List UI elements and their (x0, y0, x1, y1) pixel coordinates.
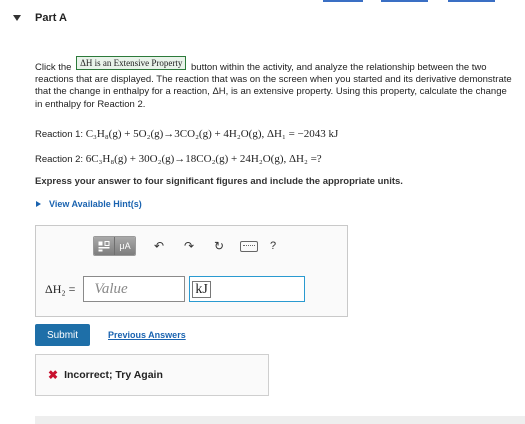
part-header[interactable]: Part A (13, 12, 67, 24)
help-button[interactable]: ? (270, 240, 276, 252)
reaction-1: Reaction 1: C₃H₈(g) + 5O₂(g)→3CO₂(g) + 4… (35, 128, 338, 140)
toolbar-group: μA (93, 236, 136, 256)
reaction-1-label: Reaction 1: (35, 129, 84, 140)
answer-label: ΔH₂ = (45, 281, 76, 296)
expand-triangle-icon (36, 201, 41, 207)
incorrect-x-icon: ✖ (48, 368, 59, 382)
collapse-caret-icon[interactable] (13, 15, 21, 21)
keyboard-icon[interactable] (240, 240, 258, 252)
unit-input[interactable]: kJ (189, 276, 306, 302)
reset-icon[interactable]: ↻ (212, 239, 226, 253)
reaction-2: Reaction 2: 6C₃H₈(g) + 30O₂(g)→18CO₂(g) … (35, 153, 322, 165)
answer-row: ΔH₂ = Value kJ (45, 276, 306, 302)
hints-label[interactable]: View Available Hint(s) (49, 199, 142, 209)
extensive-property-button[interactable]: ΔH is an Extensive Property (76, 56, 187, 70)
previous-answers-link[interactable]: Previous Answers (108, 330, 186, 340)
value-placeholder: Value (94, 280, 128, 297)
submit-button[interactable]: Submit (35, 324, 90, 346)
reaction-1-equation: C₃H₈(g) + 5O₂(g)→3CO₂(g) + 4H₂O(g), ΔH₁ … (85, 128, 339, 140)
feedback-box: ✖ Incorrect; Try Again (35, 354, 269, 396)
answer-instruction: Express your answer to four significant … (35, 176, 403, 187)
part-title: Part A (35, 12, 67, 24)
template-icon[interactable] (94, 237, 115, 255)
math-toolbar: μA ↶ ↷ ↻ ? (93, 236, 276, 256)
reaction-2-label: Reaction 2: (35, 154, 84, 165)
units-button[interactable]: μA (115, 237, 135, 255)
instructions-paragraph: Click the ΔH is an Extensive Property bu… (35, 56, 515, 111)
value-input[interactable]: Value (83, 276, 186, 302)
view-hints-link[interactable]: View Available Hint(s) (36, 199, 142, 209)
undo-icon[interactable]: ↶ (152, 239, 166, 253)
unit-value: kJ (192, 280, 211, 298)
redo-icon[interactable]: ↷ (182, 239, 196, 253)
bottom-divider (35, 416, 525, 424)
reaction-2-equation: 6C₃H₈(g) + 30O₂(g)→18CO₂(g) + 24H₂O(g), … (85, 153, 322, 165)
answer-box: μA ↶ ↷ ↻ ? ΔH₂ = Value kJ (35, 225, 348, 317)
para-pre: Click the (35, 62, 72, 73)
feedback-text: Incorrect; Try Again (64, 369, 163, 381)
top-tab-bars (0, 0, 525, 3)
